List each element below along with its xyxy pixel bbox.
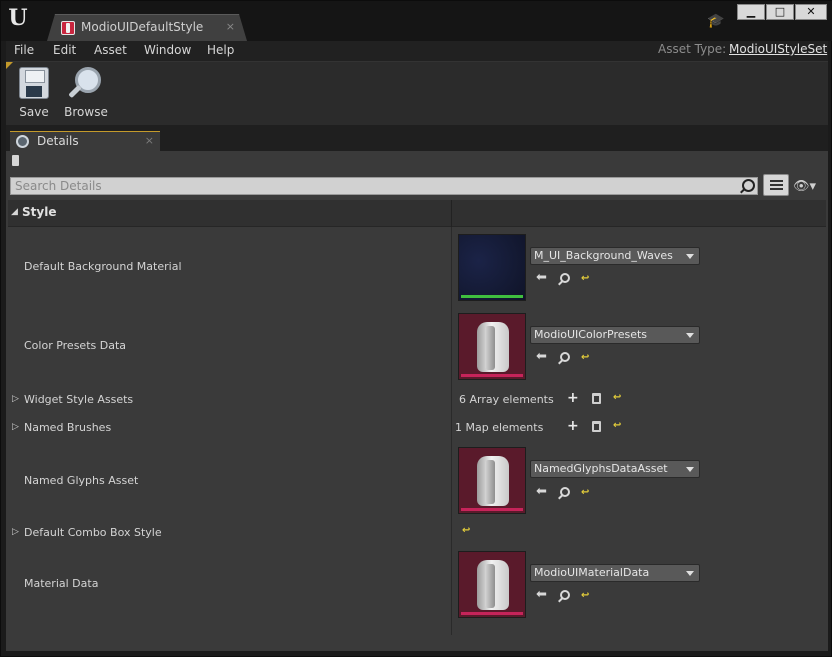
collapse-arrow-icon[interactable]: ◢: [11, 207, 18, 217]
save-button[interactable]: Save: [9, 67, 59, 119]
menu-window[interactable]: Window: [144, 43, 191, 57]
browse-button[interactable]: Browse: [61, 67, 111, 119]
browse-to-asset-icon[interactable]: [560, 487, 570, 497]
reset-to-default-icon[interactable]: ↩: [581, 487, 589, 498]
editor-window: U ModioUIDefaultStyle × 🎓 ▁ □ ✕ File Edi…: [0, 0, 832, 657]
save-button-label: Save: [19, 105, 49, 119]
asset-actions: ⬅ ↩: [536, 350, 589, 364]
reset-to-default-icon[interactable]: ↩: [613, 420, 621, 431]
category-title: Style: [22, 205, 57, 219]
use-selected-arrow-icon[interactable]: ⬅: [536, 588, 548, 601]
material-data-thumbnail[interactable]: [458, 551, 526, 618]
search-icon[interactable]: [742, 179, 755, 192]
window-controls: ▁ □ ✕: [737, 4, 828, 20]
browse-to-asset-icon[interactable]: [560, 273, 570, 283]
widget-style-assets-label: Widget Style Assets: [24, 393, 134, 406]
browse-button-label: Browse: [64, 105, 108, 119]
menu-file[interactable]: File: [14, 43, 34, 57]
minimize-button[interactable]: ▁: [737, 4, 765, 20]
background-material-combo[interactable]: M_UI_Background_Waves: [530, 247, 700, 265]
style-set-asset-icon: [61, 21, 75, 35]
named-brushes-count: 1 Map elements: [455, 421, 544, 434]
menu-asset[interactable]: Asset: [94, 43, 127, 57]
details-icon: [16, 135, 29, 148]
browse-to-asset-icon[interactable]: [560, 590, 570, 600]
close-details-tab-icon[interactable]: ×: [145, 134, 154, 147]
asset-type-label: Asset Type:: [658, 42, 727, 56]
default-combo-box-style-label: Default Combo Box Style: [24, 526, 162, 539]
use-selected-arrow-icon[interactable]: ⬅: [536, 271, 548, 284]
asset-actions: ⬅ ↩: [536, 271, 589, 285]
default-background-material-label: Default Background Material: [24, 260, 182, 273]
property-matrix-button[interactable]: [763, 174, 789, 196]
reset-to-default-icon[interactable]: ↩: [581, 590, 589, 601]
document-tab-title: ModioUIDefaultStyle: [81, 20, 204, 34]
trash-icon[interactable]: [592, 393, 601, 404]
lock-icon[interactable]: [12, 155, 19, 166]
chevron-down-icon: [686, 467, 694, 472]
category-style[interactable]: ◢ Style: [8, 200, 826, 227]
use-selected-arrow-icon[interactable]: ⬅: [536, 485, 548, 498]
asset-type-link[interactable]: ModioUIStyleSet: [729, 42, 827, 56]
browse-to-asset-icon[interactable]: [560, 352, 570, 362]
material-data-label: Material Data: [24, 577, 99, 590]
named-glyphs-combo[interactable]: NamedGlyphsDataAsset: [530, 460, 700, 478]
browse-magnifier-icon: [66, 67, 106, 103]
color-presets-thumbnail[interactable]: [458, 313, 526, 380]
widget-style-assets-count: 6 Array elements: [459, 393, 554, 406]
named-glyphs-thumbnail[interactable]: [458, 447, 526, 514]
expand-arrow-icon[interactable]: ▷: [12, 527, 19, 537]
menu-help[interactable]: Help: [207, 43, 234, 57]
expand-arrow-icon[interactable]: ▷: [12, 394, 19, 404]
maximize-button[interactable]: □: [766, 4, 794, 20]
details-tab-label: Details: [37, 134, 79, 148]
document-tab[interactable]: ModioUIDefaultStyle ×: [47, 14, 247, 41]
menu-bar: File Edit Asset Window Help Asset Type: …: [6, 41, 828, 61]
search-details-input[interactable]: Search Details: [10, 177, 758, 195]
chevron-down-icon: [686, 254, 694, 259]
column-splitter[interactable]: [451, 227, 452, 635]
unreal-logo-icon[interactable]: U: [6, 5, 30, 31]
view-options-eye-icon[interactable]: 👁▾: [793, 179, 816, 194]
named-glyphs-asset-label: Named Glyphs Asset: [24, 474, 139, 487]
add-element-icon[interactable]: +: [567, 391, 579, 405]
expand-arrow-icon[interactable]: ▷: [12, 422, 19, 432]
background-material-thumbnail[interactable]: [458, 234, 526, 301]
reset-to-default-icon[interactable]: ↩: [581, 273, 589, 284]
color-presets-data-label: Color Presets Data: [24, 339, 127, 352]
named-brushes-label: Named Brushes: [24, 421, 112, 434]
asset-actions: ⬅ ↩: [536, 588, 589, 602]
reset-to-default-icon[interactable]: ↩: [581, 352, 589, 363]
reset-to-default-icon[interactable]: ↩: [462, 525, 470, 536]
toolbar: Save Browse: [6, 61, 828, 125]
material-data-combo[interactable]: ModioUIMaterialData: [530, 564, 700, 582]
close-window-button[interactable]: ✕: [795, 4, 827, 20]
learn-hat-icon[interactable]: 🎓: [707, 13, 725, 29]
chevron-down-icon: [686, 333, 694, 338]
details-panel: Search Details 👁▾ ◢ Style Default Backgr…: [6, 151, 828, 651]
search-placeholder: Search Details: [15, 179, 102, 193]
trash-icon[interactable]: [592, 421, 601, 432]
add-element-icon[interactable]: +: [567, 419, 579, 433]
panel-tab-strip: Details ×: [6, 125, 828, 151]
tab-details[interactable]: Details ×: [10, 131, 160, 151]
save-icon: [19, 67, 49, 99]
asset-actions: ⬅ ↩: [536, 485, 589, 499]
title-bar: U ModioUIDefaultStyle × 🎓 ▁ □ ✕: [1, 1, 832, 41]
use-selected-arrow-icon[interactable]: ⬅: [536, 350, 548, 363]
color-presets-combo[interactable]: ModioUIColorPresets: [530, 326, 700, 344]
reset-to-default-icon[interactable]: ↩: [613, 392, 621, 403]
chevron-down-icon: [686, 571, 694, 576]
close-tab-icon[interactable]: ×: [226, 20, 235, 33]
menu-edit[interactable]: Edit: [53, 43, 76, 57]
